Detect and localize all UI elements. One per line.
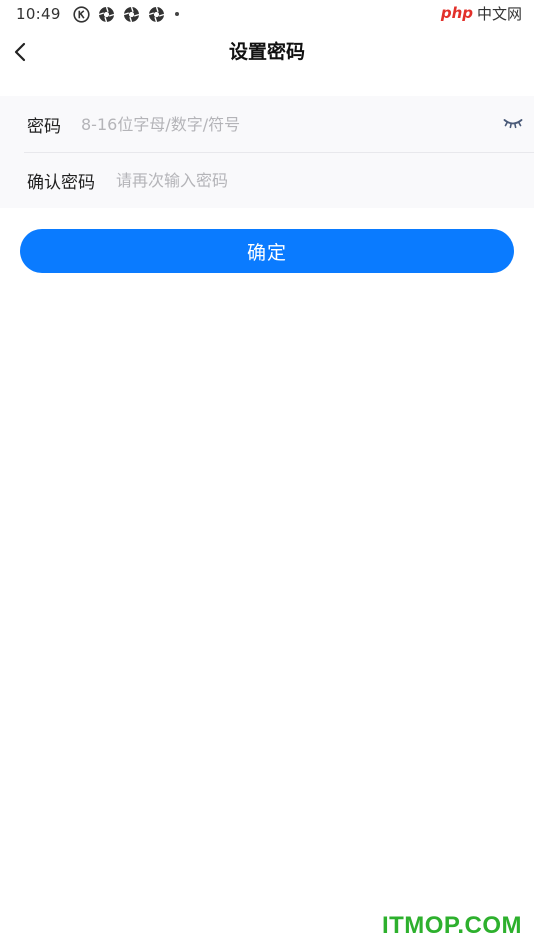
confirm-password-input[interactable]	[116, 160, 506, 200]
site-watermark: php 中文网	[441, 2, 522, 24]
password-visibility-toggle[interactable]	[502, 114, 524, 132]
aperture-icon	[98, 6, 115, 23]
confirm-password-label: 确认密码	[27, 172, 95, 193]
page-title: 设置密码	[228, 41, 305, 63]
watermark-php: php	[440, 4, 473, 22]
nav-bar: 设置密码	[0, 28, 534, 76]
password-input[interactable]	[81, 104, 491, 144]
itmop-watermark: ITMOP.COM	[381, 912, 522, 939]
status-bar: 10:49 php 中文网	[0, 0, 534, 28]
back-button[interactable]	[6, 36, 34, 68]
chevron-left-icon	[14, 42, 26, 62]
eye-closed-icon	[503, 119, 523, 129]
password-form: 密码 确认密码	[0, 96, 534, 208]
confirm-password-row: 确认密码	[0, 152, 534, 208]
status-time: 10:49	[16, 5, 61, 23]
aperture-icon	[123, 6, 140, 23]
password-label: 密码	[27, 116, 61, 137]
aperture-icon	[148, 6, 165, 23]
confirm-button[interactable]: 确定	[20, 229, 514, 273]
watermark-cn: 中文网	[476, 4, 522, 23]
password-row: 密码	[0, 96, 534, 152]
k-circle-icon	[73, 5, 90, 23]
notification-dot-icon	[174, 12, 179, 16]
